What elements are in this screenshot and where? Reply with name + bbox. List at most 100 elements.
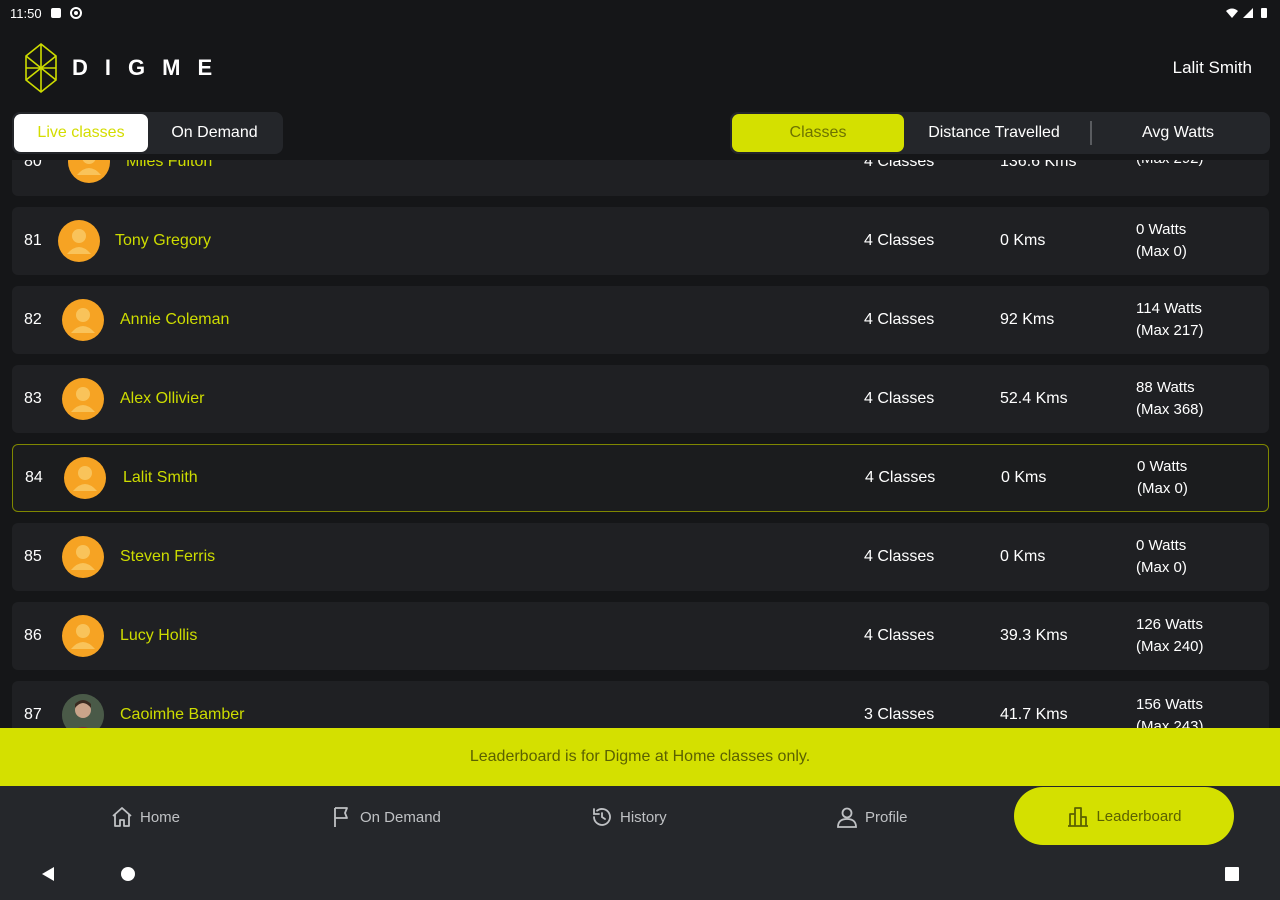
row-name[interactable]: Annie Coleman xyxy=(120,311,229,329)
notification-icon xyxy=(50,8,61,18)
flag-icon xyxy=(334,807,348,827)
back-icon xyxy=(42,867,54,881)
row-kms: 0 Kms xyxy=(1000,232,1046,249)
battery-icon xyxy=(1261,8,1267,18)
row-watts: 0 Watts (Max 0) xyxy=(1136,219,1187,263)
row-classes: 3 Classes xyxy=(864,706,935,723)
system-nav-bar xyxy=(0,848,1280,900)
row-watts-max: (Max 240) xyxy=(1136,638,1204,655)
avatar xyxy=(58,220,100,262)
row-classes: 4 Classes xyxy=(865,469,936,486)
row-name[interactable]: Alex Ollivier xyxy=(120,390,204,408)
tab-classes[interactable]: Classes xyxy=(732,114,904,152)
nav-home-label: Home xyxy=(140,808,181,826)
nav-home[interactable]: Home xyxy=(110,786,180,848)
row-watts: (Max 292) xyxy=(1136,160,1204,170)
avatar-placeholder-icon xyxy=(77,160,101,175)
table-row[interactable]: 83 Alex Ollivier 4 Classes 52.4 Kms 88 W… xyxy=(12,365,1269,433)
table-row[interactable]: 80 Miles Fulton 4 Classes 136.6 Kms (Max… xyxy=(12,160,1269,196)
row-kms: 92 Kms xyxy=(1000,311,1055,328)
row-kms: 0 Kms xyxy=(1000,548,1046,565)
row-name[interactable]: Lucy Hollis xyxy=(120,627,197,645)
row-watts-avg: 88 Watts xyxy=(1136,379,1195,396)
row-watts-max: (Max 0) xyxy=(1137,480,1188,497)
home-system-button[interactable] xyxy=(116,862,140,886)
leaderboard-list[interactable]: 80 Miles Fulton 4 Classes 136.6 Kms (Max… xyxy=(0,160,1280,728)
nav-on-demand[interactable]: On Demand xyxy=(330,786,441,848)
status-bar: 11:50 xyxy=(0,0,1280,26)
back-button[interactable] xyxy=(36,862,60,886)
mode-segmented-control: Live classes On Demand xyxy=(12,112,283,154)
status-time: 11:50 xyxy=(10,5,42,21)
table-row[interactable]: 86 Lucy Hollis 4 Classes 39.3 Kms 126 Wa… xyxy=(12,602,1269,670)
row-name[interactable]: Lalit Smith xyxy=(123,469,198,487)
row-rank: 82 xyxy=(24,311,42,328)
row-name[interactable]: Caoimhe Bamber xyxy=(120,706,245,724)
nav-history-label: History xyxy=(620,808,667,826)
info-banner: Leaderboard is for Digme at Home classes… xyxy=(0,728,1280,786)
row-watts-avg: 126 Watts xyxy=(1136,616,1203,633)
avatar xyxy=(62,299,104,341)
row-watts: 0 Watts (Max 0) xyxy=(1136,535,1187,579)
tab-on-demand[interactable]: On Demand xyxy=(148,114,281,152)
filter-tabs: Live classes On Demand Classes Distance … xyxy=(0,110,1280,156)
app-header: DIGME Lalit Smith xyxy=(0,26,1280,110)
header-user-name[interactable]: Lalit Smith xyxy=(1173,58,1252,78)
recents-button[interactable] xyxy=(1220,862,1244,886)
table-row[interactable]: 85 Steven Ferris 4 Classes 0 Kms 0 Watts… xyxy=(12,523,1269,591)
tab-live-classes[interactable]: Live classes xyxy=(14,114,148,152)
nav-history[interactable]: History xyxy=(590,786,667,848)
avatar xyxy=(64,457,106,499)
profile-icon xyxy=(837,807,857,828)
row-kms: 41.7 Kms xyxy=(1000,706,1068,723)
table-row[interactable]: 82 Annie Coleman 4 Classes 92 Kms 114 Wa… xyxy=(12,286,1269,354)
avatar-photo xyxy=(62,694,104,728)
row-watts-max: (Max 0) xyxy=(1136,559,1187,576)
avatar xyxy=(62,615,104,657)
tab-distance-travelled[interactable]: Distance Travelled xyxy=(904,114,1084,152)
row-watts-avg: 0 Watts xyxy=(1136,537,1187,554)
nav-leaderboard-label: Leaderboard xyxy=(1096,807,1182,825)
nav-profile[interactable]: Profile xyxy=(835,786,908,848)
row-rank: 87 xyxy=(24,706,42,723)
row-rank: 85 xyxy=(24,548,42,565)
row-rank: 84 xyxy=(25,469,43,486)
row-name[interactable]: Steven Ferris xyxy=(120,548,215,566)
wifi-icon xyxy=(1226,8,1238,18)
history-icon xyxy=(593,808,611,826)
row-rank: 83 xyxy=(24,390,42,407)
sync-icon xyxy=(69,7,82,19)
row-watts-max: (Max 292) xyxy=(1136,160,1204,170)
tab-avg-watts[interactable]: Avg Watts xyxy=(1098,114,1258,152)
avatar-placeholder-icon xyxy=(67,229,91,254)
row-classes: 4 Classes xyxy=(864,160,935,170)
row-kms: 39.3 Kms xyxy=(1000,627,1068,644)
brand-name: DIGME xyxy=(72,55,230,80)
tab-divider xyxy=(1090,121,1092,145)
row-classes: 4 Classes xyxy=(864,627,935,644)
row-watts: 156 Watts (Max 243) xyxy=(1136,694,1204,728)
row-rank: 81 xyxy=(24,232,42,249)
row-watts: 114 Watts (Max 217) xyxy=(1136,298,1204,342)
table-row[interactable]: 81 Tony Gregory 4 Classes 0 Kms 0 Watts … xyxy=(12,207,1269,275)
avatar-placeholder-icon xyxy=(73,466,97,491)
row-watts-max: (Max 368) xyxy=(1136,401,1204,418)
row-name[interactable]: Miles Fulton xyxy=(126,160,212,171)
row-watts-max: (Max 243) xyxy=(1136,718,1204,728)
row-watts: 88 Watts (Max 368) xyxy=(1136,377,1204,421)
table-row[interactable]: 87 Caoimhe Bamber 3 Classes 41.7 Kms 156… xyxy=(12,681,1269,728)
nav-leaderboard[interactable]: Leaderboard xyxy=(1014,787,1234,845)
avatar xyxy=(68,160,110,183)
leaderboard-icon xyxy=(1068,807,1089,827)
row-watts-max: (Max 217) xyxy=(1136,322,1204,339)
metric-segmented-control: Classes Distance Travelled Avg Watts xyxy=(730,112,1270,154)
row-classes: 4 Classes xyxy=(864,548,935,565)
avatar xyxy=(62,378,104,420)
row-name[interactable]: Tony Gregory xyxy=(115,232,211,250)
row-kms: 0 Kms xyxy=(1001,469,1047,486)
avatar-placeholder-icon xyxy=(71,308,95,333)
row-rank: 80 xyxy=(24,160,42,170)
avatar-placeholder-icon xyxy=(71,545,95,570)
table-row-current-user[interactable]: 84 Lalit Smith 4 Classes 0 Kms 0 Watts (… xyxy=(12,444,1269,512)
avatar-placeholder-icon xyxy=(71,624,95,649)
